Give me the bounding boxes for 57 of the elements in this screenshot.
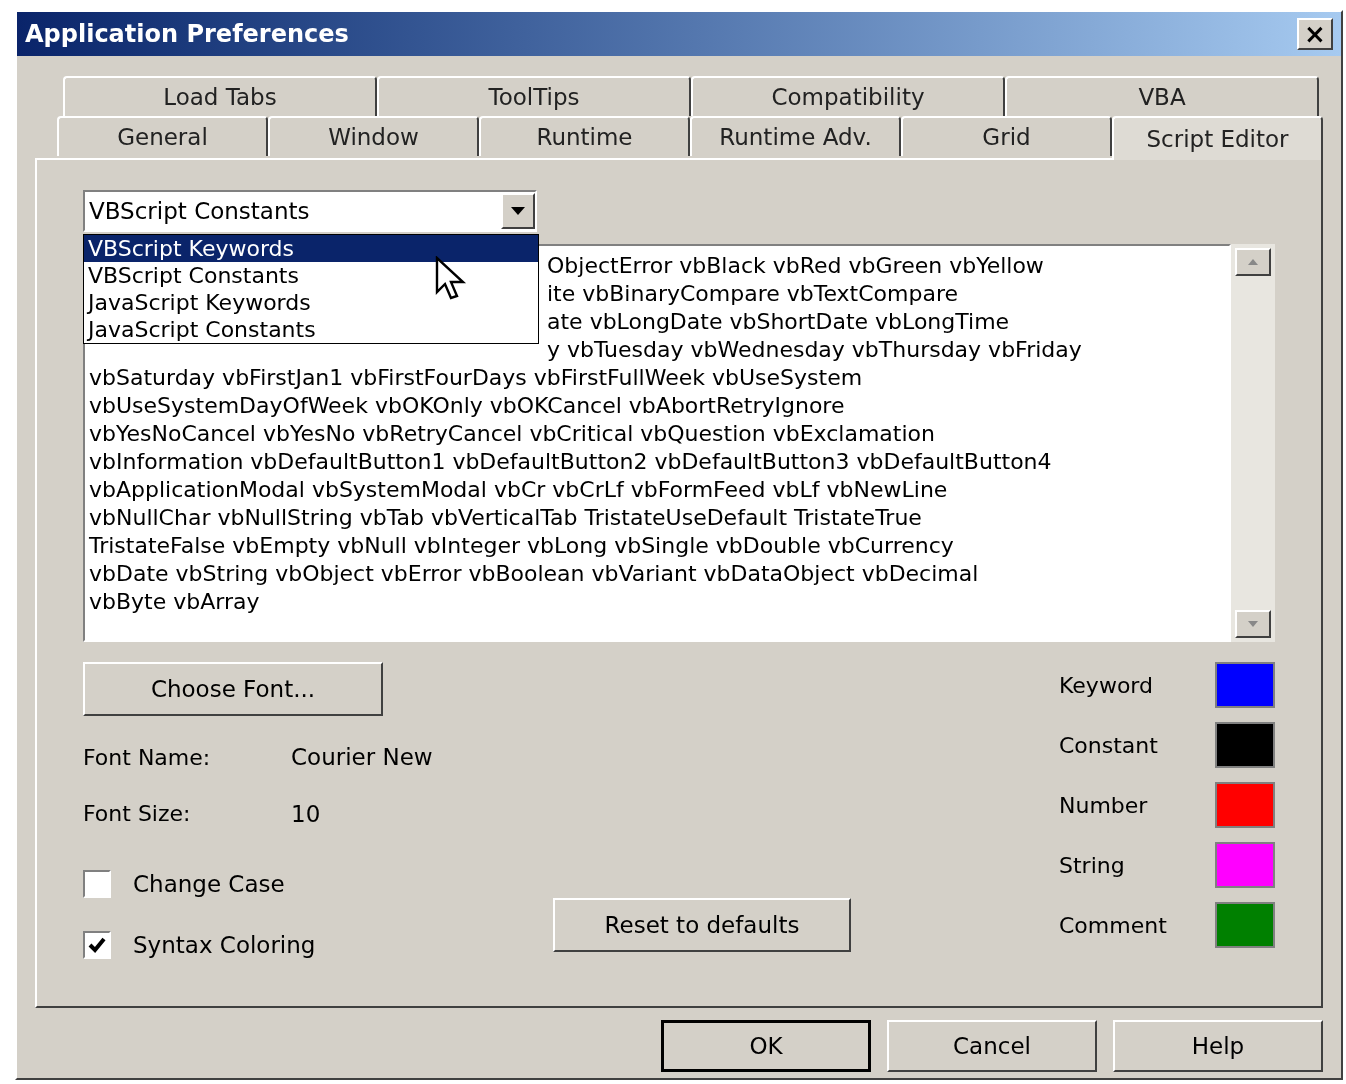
tab[interactable]: VBA: [1005, 76, 1319, 116]
tab[interactable]: Runtime: [479, 116, 690, 156]
window-title: Application Preferences: [25, 19, 349, 50]
dropdown-option[interactable]: VBScript Constants: [84, 262, 538, 289]
tab[interactable]: Runtime Adv.: [690, 116, 901, 156]
tab[interactable]: Compatibility: [691, 76, 1005, 116]
tab[interactable]: Load Tabs: [63, 76, 377, 116]
choose-font-button[interactable]: Choose Font...: [83, 662, 383, 716]
color-swatch[interactable]: [1215, 842, 1275, 888]
color-swatch[interactable]: [1215, 722, 1275, 768]
font-info-value: Courier New: [291, 743, 433, 772]
tab[interactable]: Script Editor: [1112, 116, 1323, 160]
font-info-label: Font Name:: [83, 743, 212, 772]
tab[interactable]: Window: [268, 116, 479, 156]
scroll-down-icon[interactable]: [1235, 610, 1271, 638]
keyword-line: vbUseSystemDayOfWeek vbOKOnly vbOKCancel vbAbortRetryIgnore: [89, 392, 845, 420]
keyword-line: vbApplicationModal vbSystemModal vbCr vbCrLf vbFormFeed vbLf vbNewLine: [89, 476, 948, 504]
keyword-line: vbNullChar vbNullString vbTab vbVerticalTab TristateUseDefault TristateTrue: [89, 504, 922, 532]
dropdown-option[interactable]: JavaScript Keywords: [84, 289, 538, 316]
keyword-line: ite vbBinaryCompare vbTextCompare: [547, 280, 958, 308]
tab[interactable]: Grid: [901, 116, 1112, 156]
keyword-line: ObjectError vbBlack vbRed vbGreen vbYellow: [547, 252, 1044, 280]
checkbox-label: Change Case: [133, 870, 285, 899]
scroll-up-icon[interactable]: [1235, 248, 1271, 276]
keyword-line: vbSaturday vbFirstJan1 vbFirstFourDays vbFirstFullWeek vbUseSystem: [89, 364, 863, 392]
keyword-line: ate vbLongDate vbShortDate vbLongTime: [547, 308, 1010, 336]
tab[interactable]: ToolTips: [377, 76, 691, 116]
syntax-color-label: Number: [1059, 791, 1148, 820]
keyword-line: vbInformation vbDefaultButton1 vbDefaultButton2 vbDefaultButton3 vbDefaultButton4: [89, 448, 1052, 476]
checkbox[interactable]: [83, 930, 111, 959]
tab[interactable]: General: [57, 116, 268, 156]
dialog-button[interactable]: OK: [661, 1020, 871, 1072]
syntax-color-label: Comment: [1059, 911, 1167, 940]
keyword-line: TristateFalse vbEmpty vbNull vbInteger vbLong vbSingle vbDouble vbCurrency: [89, 532, 954, 560]
font-info-label: Font Size:: [83, 800, 192, 829]
color-swatch[interactable]: [1215, 662, 1275, 708]
checkbox[interactable]: [83, 870, 111, 899]
dropdown-option[interactable]: VBScript Keywords: [84, 235, 538, 262]
keyword-line: vbByte vbArray: [89, 588, 260, 616]
keyword-line: y vbTuesday vbWednesday vbThursday vbFriday: [547, 336, 1082, 364]
language-dropdown[interactable]: VBScript Constants: [83, 190, 537, 232]
close-button[interactable]: ×: [1297, 18, 1333, 50]
scrollbar[interactable]: [1231, 244, 1275, 642]
color-swatch[interactable]: [1215, 782, 1275, 828]
syntax-color-label: Constant: [1059, 731, 1158, 760]
dialog-button[interactable]: Cancel: [887, 1020, 1097, 1072]
keyword-line: vbYesNoCancel vbYesNo vbRetryCancel vbCritical vbQuestion vbExclamation: [89, 420, 935, 448]
reset-defaults-button[interactable]: Reset to defaults: [553, 898, 851, 952]
checkmark-icon: [88, 936, 106, 953]
font-info-value: 10: [291, 799, 321, 829]
dialog-button[interactable]: Help: [1113, 1020, 1323, 1072]
dropdown-option[interactable]: JavaScript Constants: [84, 316, 538, 343]
keyword-line: vbDate vbString vbObject vbError vbBoolean vbVariant vbDataObject vbDecimal: [89, 560, 979, 588]
color-swatch[interactable]: [1215, 902, 1275, 948]
syntax-color-label: String: [1059, 851, 1125, 880]
checkbox-label: Syntax Coloring: [133, 930, 316, 960]
syntax-color-label: Keyword: [1059, 671, 1153, 700]
